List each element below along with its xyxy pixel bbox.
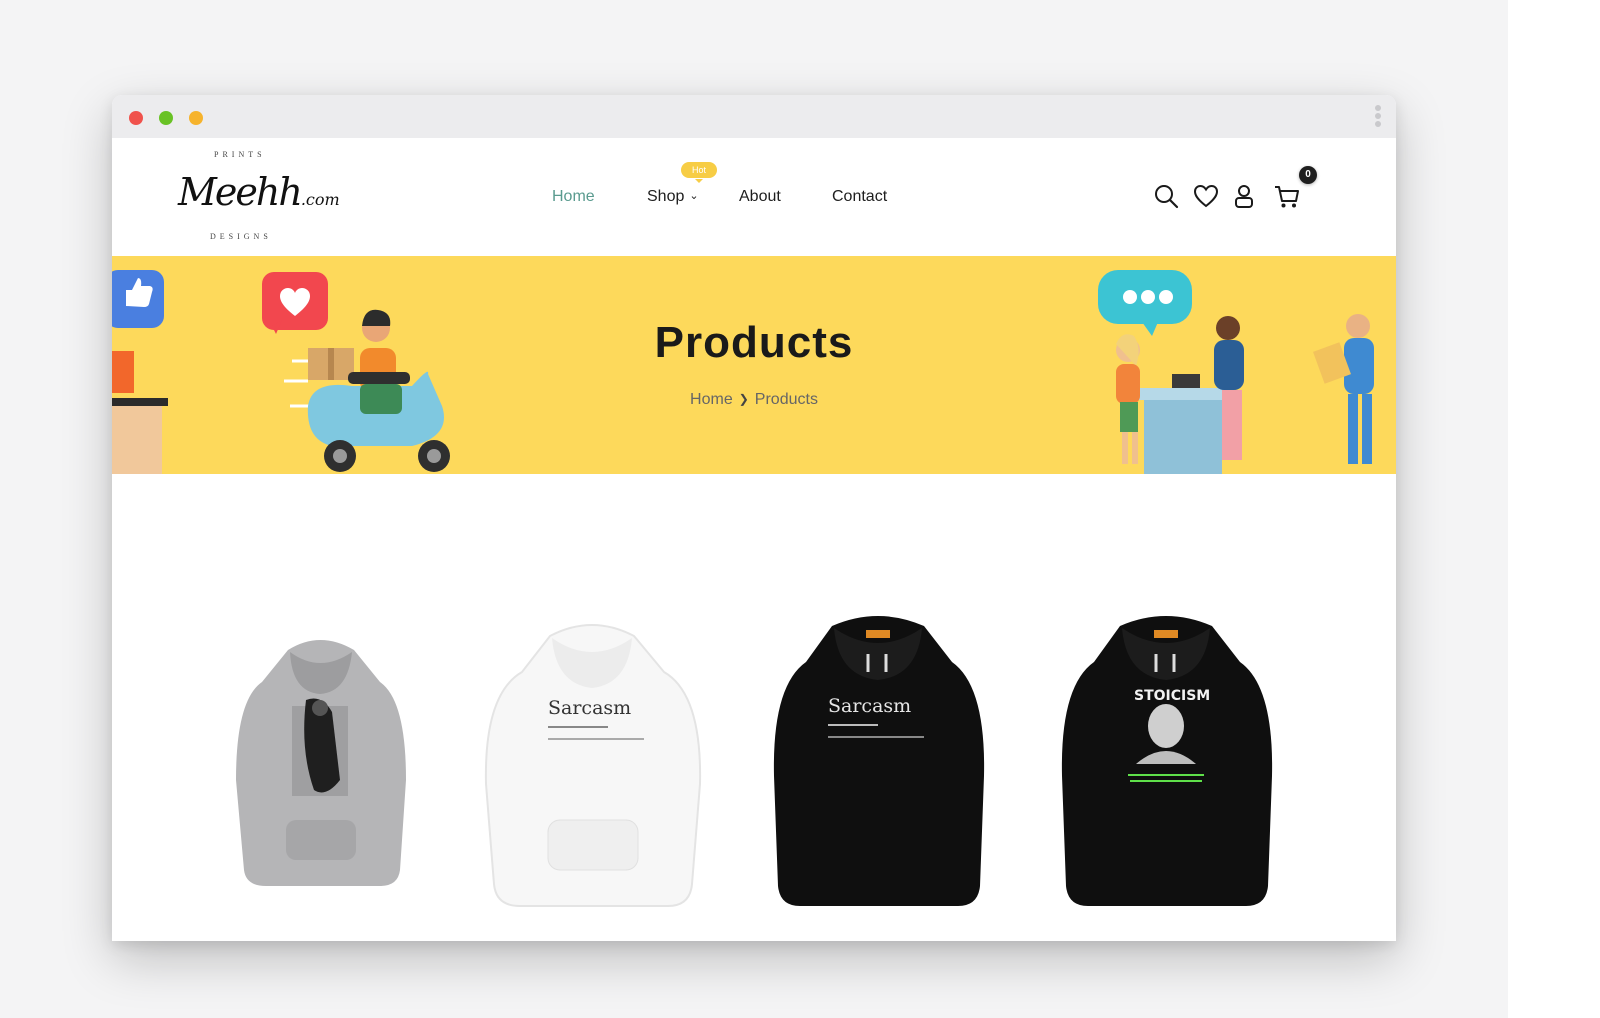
hot-badge: Hot <box>681 162 717 183</box>
heart-icon[interactable] <box>1192 182 1220 210</box>
product-card-grey-hoodie[interactable] <box>230 630 412 892</box>
breadcrumb-current: Products <box>754 391 818 408</box>
window-menu-icon[interactable] <box>1374 105 1382 131</box>
search-icon[interactable] <box>1152 182 1180 210</box>
print-text-sarcasm: Sarcasm <box>828 695 911 717</box>
page-banner: Products Home ❯ Products <box>112 256 1396 474</box>
product-grid: Sarcasm Sarcasm STOICISM <box>112 474 1396 941</box>
nav-item-about[interactable]: About <box>739 188 781 206</box>
print-text-stoicism: STOICISM <box>1134 688 1210 704</box>
minimize-window-button[interactable] <box>159 111 173 125</box>
page-title: Products <box>654 318 854 367</box>
browser-window: PRINTS Meehh.com DESIGNS Home Shop ⌄ Abou… <box>112 95 1396 941</box>
logo-bottom-text: DESIGNS <box>210 232 272 241</box>
nav-item-shop[interactable]: Shop ⌄ <box>647 188 699 206</box>
chevron-down-icon: ⌄ <box>689 190 699 202</box>
logo-script: Meehh.com <box>178 170 340 214</box>
product-card-white-hoodie[interactable]: Sarcasm <box>478 614 708 914</box>
logo-top-text: PRINTS <box>214 150 266 159</box>
site-header: PRINTS Meehh.com DESIGNS Home Shop ⌄ Abou… <box>112 138 1396 256</box>
nav-item-home[interactable]: Home <box>552 188 595 206</box>
cart-icon[interactable] <box>1273 182 1301 210</box>
product-card-black-stoicism-hoodie[interactable]: STOICISM <box>1056 606 1278 912</box>
window-titlebar <box>112 95 1396 138</box>
maximize-window-button[interactable] <box>189 111 203 125</box>
nav-item-contact[interactable]: Contact <box>832 188 887 206</box>
chevron-right-icon: ❯ <box>738 392 749 406</box>
cart-count-badge: 0 <box>1299 166 1317 184</box>
breadcrumb: Home ❯ Products <box>112 391 1396 409</box>
breadcrumb-home[interactable]: Home <box>690 391 733 408</box>
product-card-black-sarcasm-hoodie[interactable]: Sarcasm <box>768 606 990 912</box>
user-icon[interactable] <box>1230 182 1258 210</box>
close-window-button[interactable] <box>129 111 143 125</box>
print-text-sarcasm: Sarcasm <box>548 697 631 719</box>
site-logo[interactable]: PRINTS Meehh.com DESIGNS <box>174 150 340 246</box>
page-gutter <box>1508 0 1600 1018</box>
